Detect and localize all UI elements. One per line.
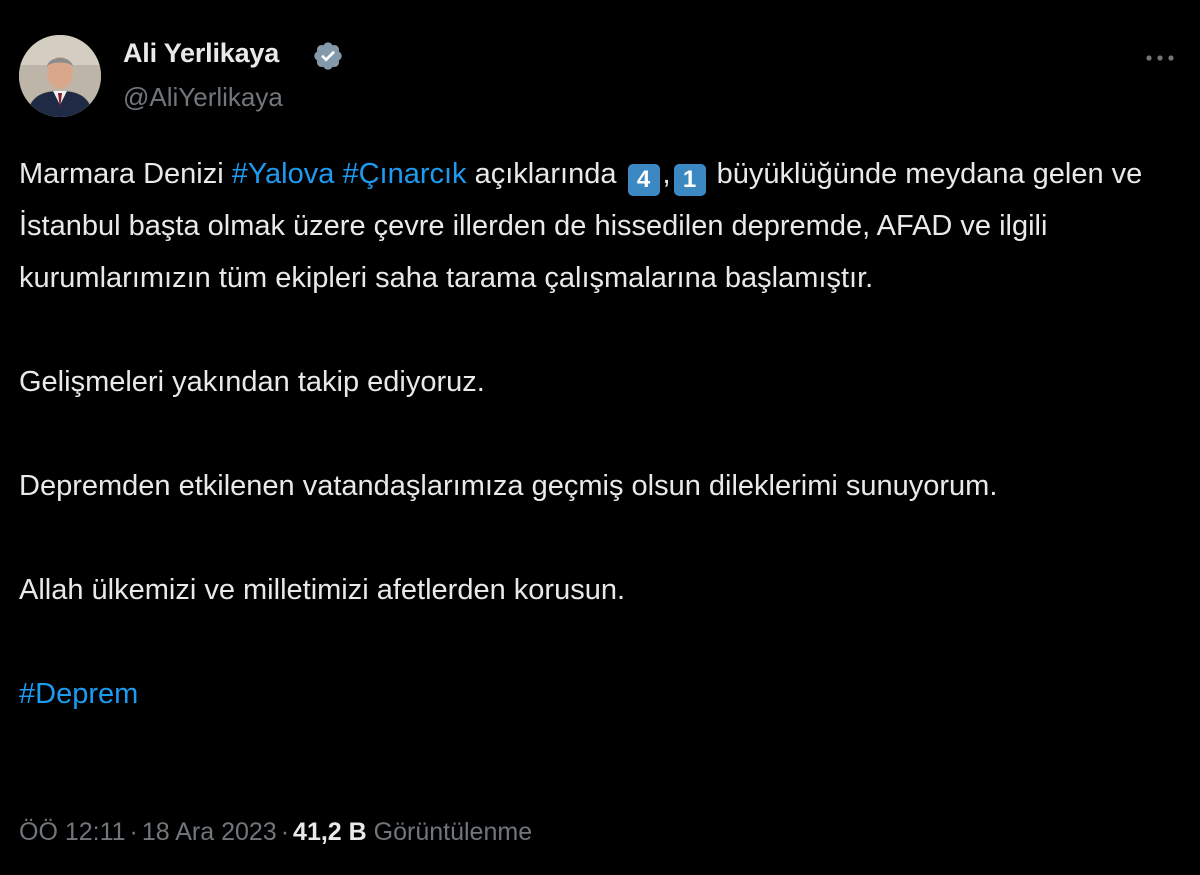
avatar-photo (19, 35, 101, 117)
tweet-paragraph-4: Allah ülkemizi ve milletimizi afetlerden… (19, 574, 626, 606)
text-comma: , (662, 158, 671, 190)
views-count: 41,2 B (293, 818, 367, 846)
text-segment: açıklarında (466, 158, 625, 190)
hashtag-deprem-link[interactable]: #Deprem (19, 678, 138, 710)
author-name[interactable]: Ali Yerlikaya (123, 38, 279, 69)
tweet-meta: ÖÖ 12:11 · 18 Ara 2023 · 41,2 B Görüntülenme (19, 818, 532, 847)
tweet-paragraph-5: #Deprem (19, 668, 1169, 720)
author-handle[interactable]: @AliYerlikaya (123, 82, 283, 113)
tweet-text: Marmara Denizi #Yalova #Çınarcık açıklar… (19, 148, 1169, 720)
hashtag-cinarcik-link[interactable]: #Çınarcık (342, 158, 466, 190)
tweet-paragraph-1: Marmara Denizi #Yalova #Çınarcık açıklar… (19, 148, 1169, 304)
text-segment: Marmara Denizi (19, 158, 232, 190)
tweet-paragraph-3: Depremden etkilenen vatandaşlarımıza geç… (19, 470, 998, 502)
more-horizontal-icon (1146, 55, 1174, 61)
tweet-time: ÖÖ 12:11 (19, 818, 126, 846)
avatar[interactable] (19, 35, 101, 117)
meta-separator: · (129, 818, 138, 846)
tweet-paragraph-2: Gelişmeleri yakından takip ediyoruz. (19, 366, 485, 398)
views-label: Görüntülenme (373, 818, 533, 846)
keycap-digit-four-icon: 4 (627, 164, 660, 196)
tweet-date: 18 Ara 2023 (141, 818, 277, 846)
tweet-card: Ali Yerlikaya @AliYerlikaya Marmara Deni… (0, 0, 1200, 875)
keycap-digit-one-icon: 1 (673, 164, 706, 196)
meta-separator: · (280, 818, 290, 846)
more-options-button[interactable] (1140, 40, 1180, 76)
hashtag-yalova-link[interactable]: #Yalova (232, 158, 335, 190)
tweet-timestamp-link[interactable]: ÖÖ 12:11 · 18 Ara 2023 (19, 818, 277, 846)
verified-badge-icon[interactable] (312, 40, 344, 72)
